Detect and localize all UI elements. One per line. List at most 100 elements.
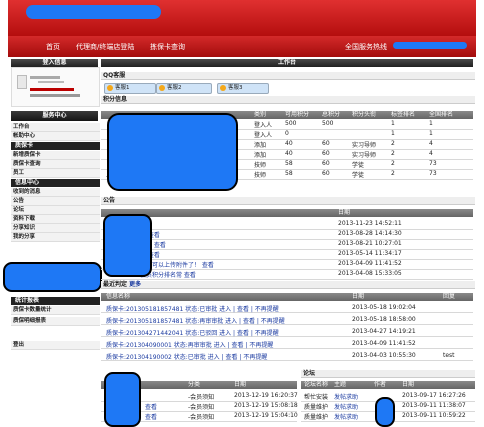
forum-section-title: 论坛 bbox=[301, 370, 475, 378]
recent-col-reply: 回复 bbox=[443, 293, 456, 300]
sidebar-item-card-stats[interactable]: 质保卡数量统计 bbox=[11, 306, 100, 315]
sidebar-item-new-card[interactable]: 新增质保卡 bbox=[11, 151, 100, 160]
sidebar-item-share-knowledge[interactable]: 分享知识 bbox=[11, 224, 100, 233]
recent-section-title: 最近判定 更多 bbox=[101, 281, 475, 289]
sidebar-item-forum[interactable]: 论坛 bbox=[11, 206, 100, 215]
recent-row-date: 2013-04-03 10:55:30 bbox=[352, 352, 416, 359]
recent-row-date: 2013-05-18 18:58:00 bbox=[352, 316, 416, 323]
forum-col-author: 作者 bbox=[374, 381, 387, 388]
qq-tab-2[interactable]: 客服2 bbox=[156, 83, 212, 94]
bottom-left-category: -会员须知 bbox=[188, 404, 215, 411]
site-logo bbox=[26, 5, 161, 19]
sidebar-item-help[interactable]: 帐助中心 bbox=[11, 132, 100, 141]
recent-row-link[interactable]: 质保卡:201304271442041 状态:已驳回 进入 | 查看 | 不再提… bbox=[106, 328, 279, 337]
sidebar-item-staff[interactable]: 员工 bbox=[11, 169, 100, 178]
forum-date: 2013-09-17 16:27:26 bbox=[402, 392, 466, 399]
sidebar-item-card-query[interactable]: 质保卡查询 bbox=[11, 160, 100, 169]
sidebar-item-card-detail[interactable]: 质保明细报表 bbox=[11, 317, 100, 326]
points-cell: 技师 bbox=[254, 172, 267, 179]
points-col-national-rank: 全国排名 bbox=[429, 111, 454, 118]
bottom-left-date: 2013-12-19 15:08:18 bbox=[234, 402, 298, 409]
recent-row-date: 2013-04-27 14:19:21 bbox=[352, 328, 416, 335]
points-cell: 40 bbox=[285, 140, 293, 147]
bottom-left-col-date: 日期 bbox=[234, 381, 247, 388]
user-name-line-2 bbox=[38, 81, 64, 83]
points-cell: 技师 bbox=[254, 162, 267, 169]
bottom-left-view-link[interactable]: 查看 bbox=[145, 412, 157, 421]
bottom-left-date: 2013-12-19 15:04:10 bbox=[234, 412, 298, 419]
notice-date: 2013-05-14 11:34:17 bbox=[338, 250, 402, 257]
qq-tab-3-label: 客服3 bbox=[228, 85, 243, 91]
qq-tab-3[interactable]: 客服3 bbox=[217, 83, 269, 94]
points-cell: 58 bbox=[285, 170, 293, 177]
points-cell: 2 bbox=[391, 150, 395, 157]
points-cell: 73 bbox=[429, 160, 437, 167]
points-cell: 4 bbox=[429, 140, 433, 147]
points-col-title: 积分头衔 bbox=[352, 111, 377, 118]
sidebar-item-downloads[interactable]: 资料下载 bbox=[11, 215, 100, 224]
points-cell: 2 bbox=[391, 170, 395, 177]
sidebar-item-workbench[interactable]: 工作台 bbox=[11, 123, 100, 132]
points-cell: 500 bbox=[322, 120, 334, 127]
workbench-header: 工作台 bbox=[101, 59, 473, 67]
forum-topic-link[interactable]: 发帖求助 bbox=[334, 412, 358, 421]
recent-row-date: 2013-05-18 19:02:04 bbox=[352, 304, 416, 311]
points-cell: 1 bbox=[429, 120, 433, 127]
recent-section-label: 最近判定 bbox=[103, 281, 128, 288]
nav-card-query[interactable]: 拣保卡查询 bbox=[150, 42, 185, 52]
points-col-category: 类别 bbox=[254, 111, 267, 118]
points-cell: 60 bbox=[322, 160, 330, 167]
user-role-line bbox=[30, 88, 74, 91]
recent-row-link[interactable]: 质保卡:201304190002 状态:已审批 进入 | 查看 | 不再提醒 bbox=[106, 352, 267, 361]
points-cell: 登入人 bbox=[254, 132, 273, 139]
points-cell: 实习导师 bbox=[352, 142, 377, 149]
notice-col-date: 日期 bbox=[338, 209, 351, 216]
sidebar-section-warranty: 质保卡 bbox=[11, 142, 100, 150]
qq-section-title: QQ客服 bbox=[101, 72, 475, 80]
recent-row-link[interactable]: 质保卡:201305181857481 状态:已审批 进入 | 查看 | 不再提… bbox=[106, 304, 279, 313]
forum-name: 帮忙安装 bbox=[304, 394, 329, 401]
sidebar-section-stats: 统计报表 bbox=[11, 297, 100, 305]
sidebar-item-notices[interactable]: 公告 bbox=[11, 197, 100, 206]
recent-row-link[interactable]: 质保卡:201304090001 状态:再审审批 进入 | 查看 | 不再提醒 bbox=[106, 340, 273, 349]
points-cell: 1 bbox=[429, 130, 433, 137]
qq-tab-1-label: 客服1 bbox=[115, 85, 130, 91]
recent-more-link[interactable]: 更多 bbox=[129, 281, 141, 288]
notice-date: 2013-04-09 11:41:52 bbox=[338, 260, 402, 267]
avatar bbox=[17, 75, 27, 89]
sidebar-item-messages[interactable]: 收到的消息 bbox=[11, 188, 100, 197]
points-cell: 添加 bbox=[254, 142, 267, 149]
points-cell: 登入人 bbox=[254, 122, 273, 129]
sidebar-section-info: 信息中心 bbox=[11, 179, 100, 187]
points-cell: 500 bbox=[285, 120, 297, 127]
points-cell: 60 bbox=[322, 170, 330, 177]
nav-agent-login[interactable]: 代理商/终端店登陆 bbox=[76, 42, 134, 52]
notice-redacted-titles bbox=[103, 214, 152, 277]
sidebar-item-my-shares[interactable]: 我的分享 bbox=[11, 233, 100, 242]
points-cell: 学徒 bbox=[352, 162, 365, 169]
points-col-tag-rank: 标签排名 bbox=[391, 111, 416, 118]
recent-col-name: 信息名称 bbox=[106, 293, 131, 300]
sidebar-item-logout[interactable]: 登出 bbox=[11, 341, 100, 350]
forum-name: 质量维护 bbox=[304, 404, 329, 411]
recent-row-date: 2013-04-09 11:41:52 bbox=[352, 340, 416, 347]
qq-tab-1[interactable]: 客服1 bbox=[104, 83, 156, 94]
points-cell: 4 bbox=[429, 150, 433, 157]
nav-home[interactable]: 首页 bbox=[46, 42, 60, 52]
forum-topic-link[interactable]: 发帖求助 bbox=[334, 402, 358, 411]
points-cell: 添加 bbox=[254, 152, 267, 159]
points-cell: 0 bbox=[285, 130, 289, 137]
bottom-left-view-link[interactable]: 查看 bbox=[145, 402, 157, 411]
points-cell: 40 bbox=[285, 150, 293, 157]
notice-section-title: 公告 bbox=[101, 197, 475, 205]
recent-row-link[interactable]: 质保卡:201305181857481 状态:再审审批 进入 | 查看 | 不再… bbox=[106, 316, 285, 325]
notice-date: 2013-08-28 14:14:30 bbox=[338, 230, 402, 237]
notice-date: 2013-11-23 14:52:11 bbox=[338, 220, 402, 227]
points-section-title: 积分信息 bbox=[101, 96, 475, 104]
points-redacted-names bbox=[107, 113, 238, 191]
forum-date: 2013-09-11 11:38:07 bbox=[402, 402, 466, 409]
hotline-label: 全国服务热线 bbox=[345, 43, 387, 51]
forum-date: 2013-09-11 10:59:22 bbox=[402, 412, 466, 419]
forum-topic-link[interactable]: 发帖求助 bbox=[334, 392, 358, 401]
recent-col-date: 日期 bbox=[352, 293, 365, 300]
